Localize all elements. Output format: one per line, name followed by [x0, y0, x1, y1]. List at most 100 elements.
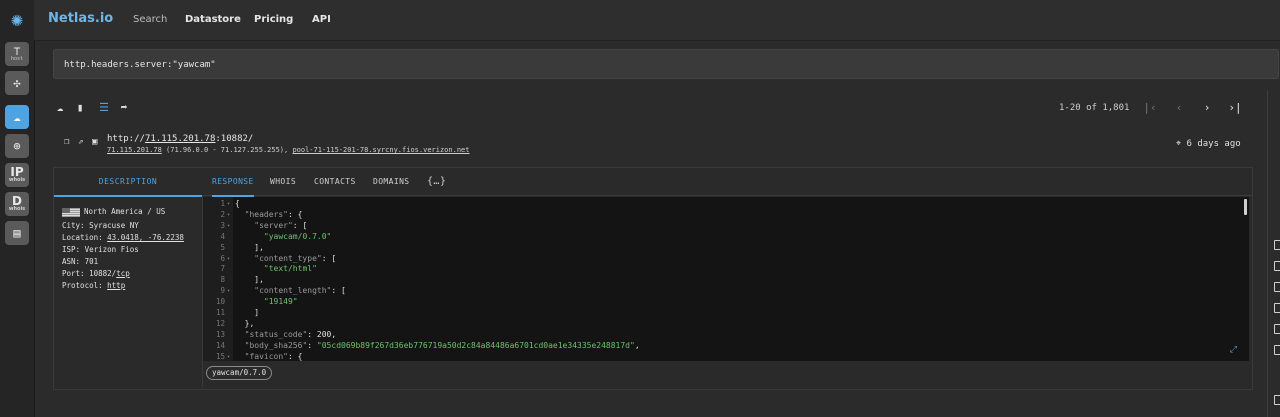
result-panel: DESCRIPTION RESPONSE WHOIS CONTACTS DOMA… — [53, 167, 1253, 390]
certificates-button[interactable]: ▤ — [5, 221, 29, 245]
screenshot-icon[interactable]: ▣ — [92, 138, 101, 147]
domain-whois-label: whois — [8, 206, 26, 212]
location-row: Location: 43.0418, -76.2238 — [62, 233, 184, 242]
host-icon: ⊤ — [13, 44, 21, 58]
stats-icon[interactable]: ▮ — [73, 101, 87, 115]
brand-link[interactable]: Netlas.io — [48, 11, 113, 26]
dns-button[interactable]: ⊕ — [5, 134, 29, 158]
code-line: "headers": { — [244, 209, 303, 219]
scan-age: ⌖ 6 days ago — [1176, 139, 1241, 149]
line-number: 5 — [220, 242, 225, 252]
asn-row: ASN: 701 — [62, 257, 99, 266]
ptr-record[interactable]: pool-71-115-201-78.syrcny.fios.verizon.n… — [292, 146, 469, 154]
code-line: "text/html" — [263, 264, 317, 274]
network-graph-icon: ✣ — [13, 76, 21, 90]
host-search-button[interactable]: ⊤ host — [5, 42, 29, 66]
nav-pricing[interactable]: Pricing — [254, 14, 293, 25]
pager-range: 1-20 of 1,801 — [1059, 103, 1130, 113]
code-line: "content_type": [ — [254, 253, 337, 263]
port-label: Port: 10882/ — [62, 269, 117, 278]
fold-toggle-icon[interactable]: ▾ — [227, 256, 230, 262]
d-label: D — [12, 194, 22, 208]
code-line: ] — [235, 308, 260, 317]
prev-page-icon[interactable]: ‹ — [1171, 100, 1187, 116]
search-input[interactable] — [62, 55, 1266, 75]
result-url[interactable]: http://71.115.201.78:10882/ — [107, 134, 253, 144]
sub-ip[interactable]: 71.115.201.78 — [107, 146, 162, 154]
city-row: City: Syracuse NY — [62, 221, 139, 230]
list-view-icon[interactable]: ☰ — [97, 101, 111, 115]
search-box — [53, 49, 1279, 79]
right-checkbox[interactable] — [1274, 282, 1280, 292]
line-number: 1 — [220, 199, 225, 208]
cloud-link-icon: ☁ — [13, 110, 21, 124]
right-checkbox[interactable] — [1274, 324, 1280, 334]
last-page-icon[interactable]: ›| — [1227, 100, 1243, 116]
nav-datastore[interactable]: Datastore — [185, 14, 241, 25]
isp-row: ISP: Verizon Fios — [62, 245, 139, 254]
globe-icon: ⊕ — [13, 139, 21, 153]
tab-contacts[interactable]: CONTACTS — [314, 168, 356, 195]
region-row: North America / US — [62, 207, 165, 217]
line-number: 10 — [215, 297, 225, 307]
protocol-link[interactable]: http — [107, 281, 125, 290]
protocol-row: Protocol: http — [62, 281, 125, 290]
tab-description[interactable]: DESCRIPTION — [54, 168, 202, 197]
certificate-icon: ▤ — [13, 226, 21, 240]
ip-whois-button[interactable]: IP whois — [5, 163, 29, 187]
ip-range: (71.96.0.0 - 71.127.255.255), — [161, 146, 293, 154]
description-column: North America / US City: Syracuse NY Loc… — [54, 197, 203, 387]
protocol-label: Protocol: — [62, 281, 108, 290]
tab-whois[interactable]: WHOIS — [270, 168, 296, 195]
code-line: }, — [235, 318, 255, 328]
line-number: 9 — [220, 286, 225, 296]
right-checkbox[interactable] — [1274, 395, 1280, 405]
url-suffix: :10882/ — [215, 134, 254, 144]
code-line: "favicon": { — [244, 351, 303, 361]
scrollbar[interactable] — [1244, 199, 1247, 215]
history-icon[interactable]: ⌖ — [1176, 139, 1181, 149]
nav-api[interactable]: API — [312, 14, 331, 25]
right-checkbox[interactable] — [1274, 240, 1280, 250]
right-checkbox[interactable] — [1274, 261, 1280, 271]
line-number: 15 — [215, 351, 225, 361]
tab-raw-json[interactable]: {…} — [427, 168, 446, 195]
fullscreen-icon[interactable]: ⤢ — [1230, 345, 1237, 355]
top-bar: Netlas.io Search Datastore Pricing API — [34, 0, 1280, 41]
region-label: North America / US — [84, 207, 166, 216]
server-tag-chip[interactable]: yawcam/0.7.0 — [206, 366, 273, 380]
netlas-logo-icon[interactable]: ✺ — [4, 6, 30, 32]
first-page-icon[interactable]: |‹ — [1142, 100, 1158, 116]
fold-toggle-icon[interactable]: ▾ — [227, 212, 230, 218]
fold-toggle-icon[interactable]: ▾ — [227, 288, 230, 294]
fold-toggle-icon[interactable]: ▾ — [227, 354, 230, 360]
graph-button[interactable]: ✣ — [5, 71, 29, 95]
nav-search[interactable]: Search — [133, 14, 167, 25]
fold-toggle-icon[interactable]: ▾ — [227, 223, 230, 229]
result-subline: 71.115.201.78 (71.96.0.0 - 71.127.255.25… — [107, 146, 469, 154]
tab-domains[interactable]: DOMAINS — [373, 168, 410, 195]
responses-button[interactable]: ☁ — [5, 105, 29, 129]
copy-icon[interactable]: ❐ — [64, 138, 73, 147]
url-prefix: http:// — [107, 134, 145, 144]
port-proto-link[interactable]: tcp — [116, 269, 130, 278]
domain-whois-button[interactable]: D whois — [5, 192, 29, 216]
download-icon[interactable]: ☁ — [53, 101, 67, 115]
location-link[interactable]: 43.0418, -76.2238 — [107, 233, 184, 242]
url-ip[interactable]: 71.115.201.78 — [145, 134, 215, 144]
code-line: "yawcam/0.7.0" — [263, 231, 332, 241]
fold-toggle-icon[interactable]: ▾ — [227, 201, 230, 207]
open-external-icon[interactable]: ⇗ — [78, 138, 87, 147]
right-checkbox[interactable] — [1274, 303, 1280, 313]
us-flag-icon — [62, 207, 80, 217]
right-checkbox[interactable] — [1274, 345, 1280, 355]
next-page-icon[interactable]: › — [1199, 100, 1215, 116]
tab-response[interactable]: RESPONSE — [212, 168, 254, 197]
response-json-viewer[interactable]: 1 ▾{2 ▾ "headers": {3 ▾ "server": [4 "yawca… — [203, 197, 1249, 361]
line-number: 6 — [220, 253, 225, 263]
line-number: 4 — [220, 231, 225, 241]
code-line: "content_length": [ — [254, 286, 346, 296]
line-number: 11 — [215, 308, 225, 317]
code-line: "server": [ — [254, 220, 308, 230]
share-icon[interactable]: ➦ — [117, 101, 131, 115]
